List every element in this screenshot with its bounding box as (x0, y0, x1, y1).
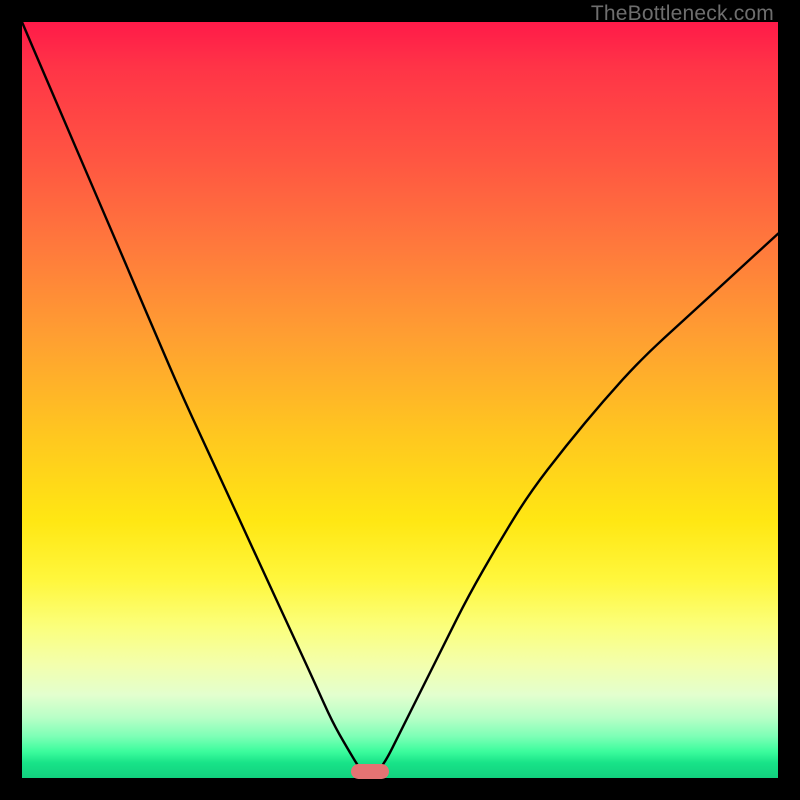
chart-frame (22, 22, 778, 778)
minimum-marker (351, 764, 389, 779)
curve-left-branch (22, 22, 366, 776)
watermark-label: TheBottleneck.com (591, 2, 774, 26)
curve-layer (22, 22, 778, 778)
curve-right-branch (374, 234, 779, 776)
